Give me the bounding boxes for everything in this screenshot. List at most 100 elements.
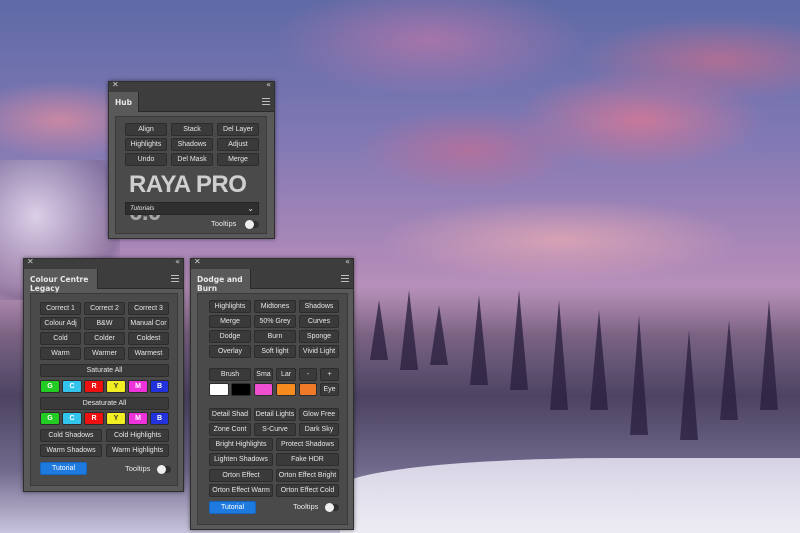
swatch-label: G [47,383,53,390]
detail-lights-button[interactable]: Detail Lights [254,408,296,421]
desaturate-yellow-button[interactable]: Y [106,412,126,425]
desaturate-all-button[interactable]: Desaturate All [40,397,169,410]
correct-2-button[interactable]: Correct 2 [84,302,125,315]
saturate-blue-button[interactable]: B [150,380,169,393]
highlights-button[interactable]: Highlights [209,300,251,313]
orton-effect-warm-button[interactable]: Orton Effect Warm [209,484,273,497]
glow-free-button[interactable]: Glow Free [299,408,339,421]
s-curve-button[interactable]: S-Curve [254,423,296,436]
brush-larger-button[interactable]: Lar [276,368,296,381]
opacity-increase-button[interactable]: + [320,368,339,381]
warm-shadows-button[interactable]: Warm Shadows [40,444,102,457]
tooltips-toggle[interactable] [157,465,171,474]
burn-button[interactable]: Burn [254,330,296,343]
warm-highlights-button[interactable]: Warm Highlights [106,444,169,457]
black-swatch-button[interactable] [231,383,251,396]
colder-button[interactable]: Colder [84,332,125,345]
cold-button[interactable]: Cold [40,332,81,345]
panel-menu-icon[interactable] [262,98,270,105]
tab-colour-centre[interactable]: Colour Centre Legacy [24,269,98,293]
coldest-button[interactable]: Coldest [128,332,169,345]
protect-shadows-button[interactable]: Protect Shadows [276,438,339,451]
orton-effect-button[interactable]: Orton Effect [209,469,273,482]
dark-orange-swatch-button[interactable] [299,383,317,396]
merge-button[interactable]: Merge [217,153,259,166]
white-swatch-button[interactable] [209,383,229,396]
lighten-shadows-button[interactable]: Lighten Shadows [209,453,273,466]
desaturate-green-button[interactable]: G [40,412,60,425]
dodge-button[interactable]: Dodge [209,330,251,343]
bright-highlights-button[interactable]: Bright Highlights [209,438,273,451]
desaturate-blue-button[interactable]: B [150,412,169,425]
orton-effect-cold-button[interactable]: Orton Effect Cold [276,484,339,497]
collapse-icon[interactable]: « [175,257,180,266]
tooltips-toggle[interactable] [245,220,259,229]
curves-button[interactable]: Curves [299,315,339,328]
saturate-red-button[interactable]: R [84,380,104,393]
panel-menu-icon[interactable] [341,275,349,282]
pink-swatch-button[interactable] [254,383,273,396]
tab-hub[interactable]: Hub [109,92,139,112]
swatch-label: R [91,415,97,422]
undo-button[interactable]: Undo [125,153,167,166]
saturate-cyan-button[interactable]: C [62,380,82,393]
highlights-button[interactable]: Highlights [125,138,167,151]
swatch-label: B [156,383,163,390]
collapse-icon[interactable]: « [345,257,350,266]
vivid-light-button[interactable]: Vivid Light [299,345,339,358]
stack-button[interactable]: Stack [171,123,213,136]
cold-highlights-button[interactable]: Cold Highlights [106,429,169,442]
close-icon[interactable]: ✕ [27,257,34,266]
dark-sky-button[interactable]: Dark Sky [299,423,339,436]
merge-button[interactable]: Merge [209,315,251,328]
desaturate-red-button[interactable]: R [84,412,104,425]
bw-button[interactable]: B&W [84,317,125,330]
del-mask-button[interactable]: Del Mask [171,153,213,166]
saturate-green-button[interactable]: G [40,380,60,393]
eye-button[interactable]: Eye [320,383,339,396]
del-layer-button[interactable]: Del Layer [217,123,259,136]
sponge-button[interactable]: Sponge [299,330,339,343]
tab-dodge-burn[interactable]: Dodge and Burn [191,269,251,293]
desaturate-cyan-button[interactable]: C [62,412,82,425]
tooltips-toggle[interactable] [325,503,339,512]
tutorial-button[interactable]: Tutorial [209,501,256,514]
manual-cor-button[interactable]: Manual Cor [128,317,169,330]
saturate-yellow-button[interactable]: Y [106,380,126,393]
colour-centre-panel: ✕ « Colour Centre Legacy Correct 1 Corre… [23,257,184,492]
colour-adj-button[interactable]: Colour Adj [40,317,81,330]
brush-smaller-button[interactable]: Sma [254,368,273,381]
warmest-button[interactable]: Warmest [128,347,169,360]
cold-shadows-button[interactable]: Cold Shadows [40,429,102,442]
panel-titlebar: ✕ « [191,257,353,269]
warm-button[interactable]: Warm [40,347,81,360]
close-icon[interactable]: ✕ [194,257,201,266]
50-grey-button[interactable]: 50% Grey [254,315,296,328]
desaturate-magenta-button[interactable]: M [128,412,148,425]
saturate-magenta-button[interactable]: M [128,380,148,393]
adjust-button[interactable]: Adjust [217,138,259,151]
saturate-all-button[interactable]: Saturate All [40,364,169,377]
fake-hdr-button[interactable]: Fake HDR [276,453,339,466]
soft-light-button[interactable]: Soft light [254,345,296,358]
shadows-button[interactable]: Shadows [299,300,339,313]
zone-cont-button[interactable]: Zone Cont [209,423,251,436]
shadows-button[interactable]: Shadows [171,138,213,151]
correct-3-button[interactable]: Correct 3 [128,302,169,315]
correct-1-button[interactable]: Correct 1 [40,302,81,315]
tutorials-dropdown[interactable]: Tutorials ⌄ [125,202,259,215]
overlay-button[interactable]: Overlay [209,345,251,358]
brush-button[interactable]: Brush [209,368,251,381]
detail-shad-button[interactable]: Detail Shad [209,408,251,421]
tutorial-button[interactable]: Tutorial [40,462,87,475]
opacity-decrease-button[interactable]: - [299,368,317,381]
midtones-button[interactable]: Midtones [254,300,296,313]
align-button[interactable]: Align [125,123,167,136]
panel-menu-icon[interactable] [171,275,179,282]
orton-effect-bright-button[interactable]: Orton Effect Bright [276,469,339,482]
orange-swatch-button[interactable] [276,383,296,396]
warmer-button[interactable]: Warmer [84,347,125,360]
close-icon[interactable]: ✕ [112,80,119,89]
collapse-icon[interactable]: « [266,80,271,89]
raya-pro-logo: RAYA PRO 6.0 [129,171,266,227]
